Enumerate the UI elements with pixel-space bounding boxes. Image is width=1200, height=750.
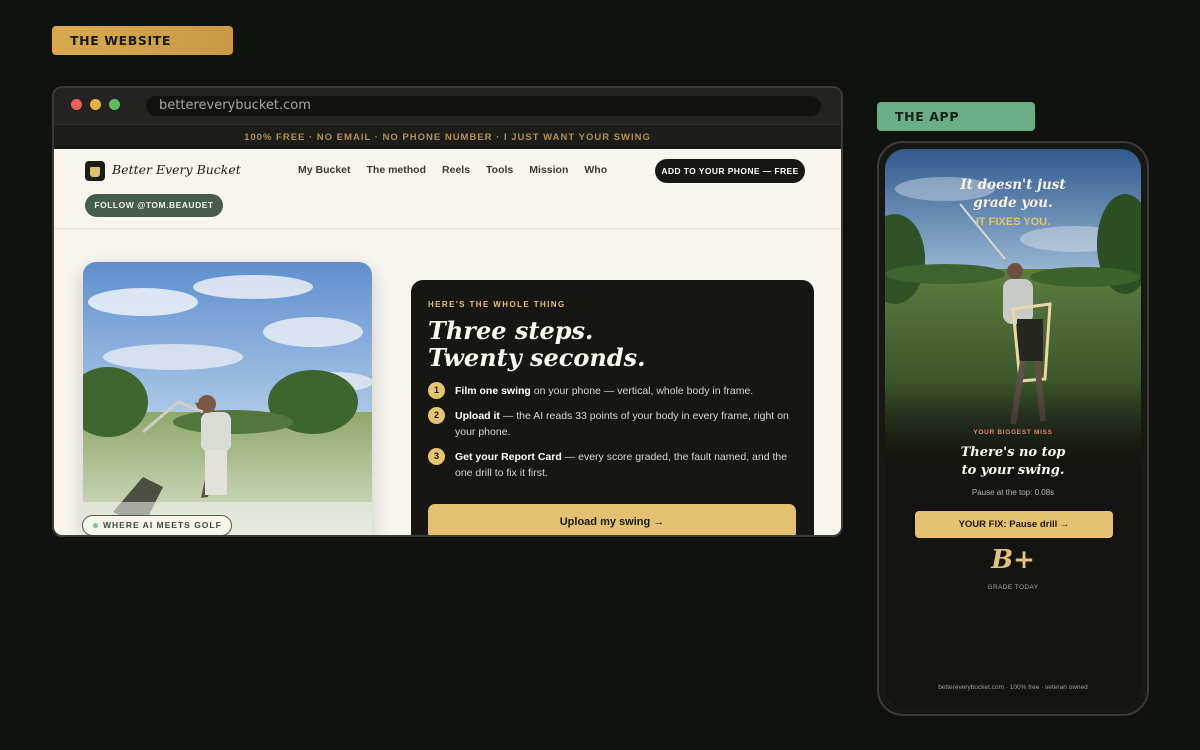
headline-line-1: Three steps. bbox=[428, 316, 594, 345]
app-headline: It doesn't just grade you. bbox=[885, 176, 1141, 212]
nav-link-who[interactable]: Who bbox=[584, 164, 607, 176]
upload-swing-button[interactable]: Upload my swing → bbox=[428, 504, 796, 535]
biggest-miss-label: YOUR BIGGEST MISS bbox=[973, 429, 1053, 436]
three-steps-card: HERE'S THE WHOLE THING Three steps. Twen… bbox=[411, 280, 814, 535]
golfer-hero-photo bbox=[83, 262, 372, 535]
grade-label: GRADE TODAY bbox=[987, 584, 1039, 591]
step-item: 1 Film one swing on your phone — vertical… bbox=[428, 382, 798, 399]
step-item: 2 Upload it — the AI reads 33 points of y… bbox=[428, 407, 798, 440]
nav-link-tools[interactable]: Tools bbox=[486, 164, 513, 176]
add-to-phone-button[interactable]: ADD TO YOUR PHONE — FREE bbox=[655, 159, 805, 183]
browser-window: bettereverybucket.com 100% FREE · NO EMA… bbox=[52, 86, 843, 537]
bucket-logo-icon[interactable] bbox=[85, 161, 105, 181]
headline-line-2: Twenty seconds. bbox=[428, 343, 646, 372]
site-logo[interactable]: Better Every Bucket bbox=[112, 162, 241, 177]
website-page: Better Every Bucket My Bucket The method… bbox=[54, 149, 841, 535]
nav-link-reels[interactable]: Reels bbox=[442, 164, 470, 176]
nav-link-method[interactable]: The method bbox=[367, 164, 427, 176]
steps-list: 1 Film one swing on your phone — vertical… bbox=[428, 382, 798, 490]
card-eyebrow: HERE'S THE WHOLE THING bbox=[428, 300, 566, 309]
promo-banner: 100% FREE · NO EMAIL · NO PHONE NUMBER ·… bbox=[54, 124, 841, 149]
app-headline-line-1: It doesn't just bbox=[960, 177, 1066, 193]
phone-frame: It doesn't just grade you. IT FIXES YOU.… bbox=[877, 141, 1149, 716]
biggest-miss-text: There's no top to your swing. bbox=[885, 444, 1141, 480]
close-window-icon[interactable] bbox=[71, 99, 82, 110]
fix-pause-drill-button[interactable]: YOUR FIX: Pause drill → bbox=[915, 511, 1113, 538]
step-number: 1 bbox=[428, 382, 445, 399]
golfer-photo-illustration bbox=[83, 262, 372, 535]
step-text: on your phone — vertical, whole body in … bbox=[530, 385, 754, 397]
miss-line-2: to your swing. bbox=[961, 463, 1065, 478]
site-header: Better Every Bucket My Bucket The method… bbox=[54, 149, 841, 229]
step-number: 3 bbox=[428, 448, 445, 465]
step-title: Film one swing bbox=[455, 385, 531, 397]
pause-stat: Pause at the top: 0.08s bbox=[971, 488, 1055, 497]
where-ai-meets-golf-badge: WHERE AI MEETS GOLF bbox=[82, 515, 232, 535]
miss-line-1: There's no top bbox=[960, 445, 1066, 460]
main-nav: My Bucket The method Reels Tools Mission… bbox=[298, 164, 607, 176]
app-screen: It doesn't just grade you. IT FIXES YOU.… bbox=[885, 149, 1141, 708]
nav-link-my-bucket[interactable]: My Bucket bbox=[298, 164, 351, 176]
step-title: Upload it bbox=[455, 410, 500, 422]
nav-link-mission[interactable]: Mission bbox=[529, 164, 568, 176]
grade-value: B+ bbox=[991, 545, 1035, 575]
step-text: — the AI reads 33 points of your body in… bbox=[455, 410, 789, 438]
app-headline-line-2: grade you. bbox=[973, 195, 1053, 211]
app-headline-accent: IT FIXES YOU. bbox=[975, 216, 1051, 228]
app-label: THE APP bbox=[877, 102, 1035, 131]
step-item: 3 Get your Report Card — every score grad… bbox=[428, 448, 798, 481]
address-bar[interactable]: bettereverybucket.com bbox=[146, 96, 821, 116]
browser-chrome: bettereverybucket.com bbox=[54, 88, 841, 124]
minimize-window-icon[interactable] bbox=[90, 99, 101, 110]
maximize-window-icon[interactable] bbox=[109, 99, 120, 110]
website-label: THE WEBSITE bbox=[52, 26, 233, 55]
follow-button[interactable]: FOLLOW @TOM.BEAUDET bbox=[85, 194, 223, 217]
app-footer: bettereverybucket.com · 100% free · vete… bbox=[938, 684, 1088, 691]
step-number: 2 bbox=[428, 407, 445, 424]
card-headline: Three steps. Twenty seconds. bbox=[428, 317, 646, 371]
step-title: Get your Report Card bbox=[455, 451, 562, 463]
